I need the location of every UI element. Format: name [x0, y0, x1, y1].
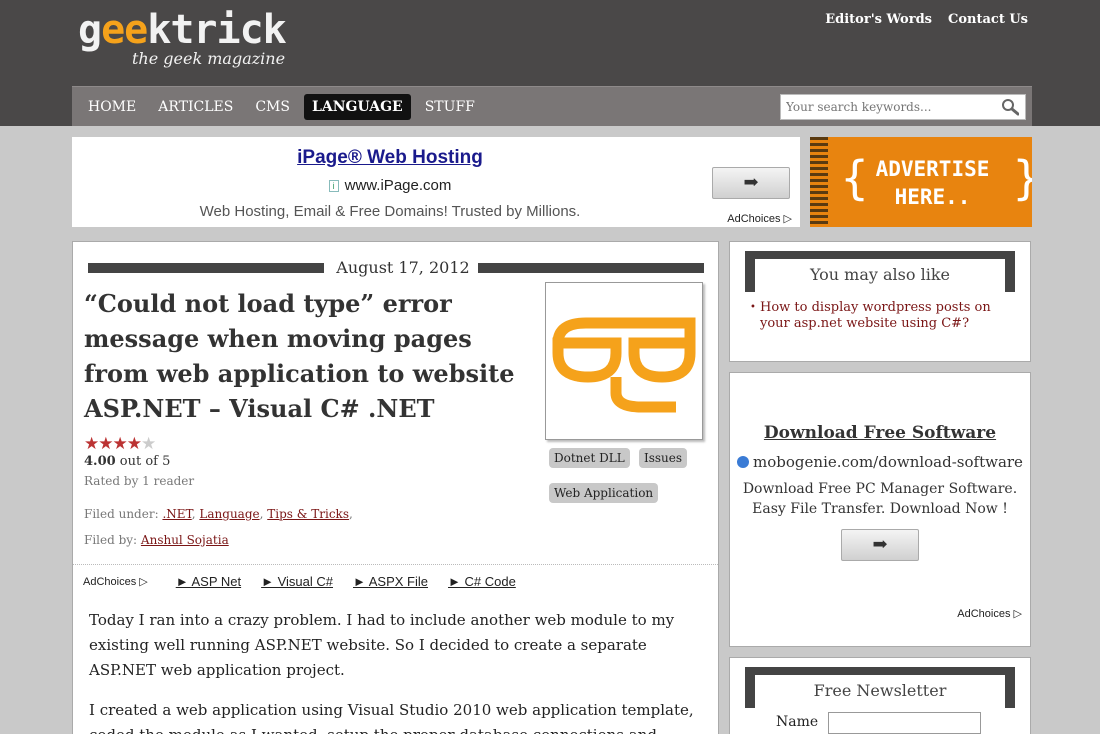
- name-label: Name: [776, 714, 819, 730]
- site-logo[interactable]: geektrick the geek magazine: [78, 7, 287, 68]
- tag-dotnet-dll[interactable]: Dotnet DLL: [549, 448, 630, 468]
- date-bar-line-left: [88, 263, 324, 273]
- ad-title-link[interactable]: iPage® Web Hosting: [72, 147, 708, 169]
- article-paragraph: I created a web application using Visual…: [89, 701, 694, 734]
- download-ad-title[interactable]: Download Free Software: [730, 423, 1030, 443]
- rating-score: 4.00 out of 5: [84, 454, 171, 469]
- nav-item-home[interactable]: HOME: [80, 94, 144, 120]
- logo-tagline: the geek magazine: [132, 49, 286, 68]
- download-ad-description: Download Free PC Manager Software. Easy …: [742, 481, 1018, 517]
- nav-item-stuff[interactable]: STUFF: [417, 94, 483, 120]
- top-links: Editor's Words Contact Us: [825, 12, 1028, 27]
- ad-link-asp-net[interactable]: ► ASP Net: [176, 574, 241, 591]
- article-thumbnail: [545, 282, 703, 440]
- ad-description: Web Hosting, Email & Free Domains! Trust…: [199, 203, 581, 220]
- adchoices-label[interactable]: AdChoices ▷: [727, 212, 792, 225]
- article-panel: August 17, 2012 “Could not load type” er…: [72, 241, 719, 734]
- logo-wordmark: geektrick: [78, 7, 287, 53]
- advertise-text: ADVERTISE HERE..: [875, 157, 990, 209]
- date-bar: August 17, 2012: [88, 258, 704, 278]
- filed-by: Filed by: Anshul Sojatia: [84, 533, 229, 547]
- divider: [73, 564, 718, 565]
- widget-heading: Free Newsletter: [745, 667, 1015, 708]
- rated-by: Rated by 1 reader: [84, 474, 195, 488]
- globe-icon: [737, 456, 750, 468]
- star-rating[interactable]: ★★★★★: [84, 434, 156, 454]
- category-link-net[interactable]: .NET: [162, 507, 191, 521]
- ad-links-bar: AdChoices ▷ ► ASP Net ► Visual C# ► ASPX…: [83, 574, 536, 591]
- article-date: August 17, 2012: [328, 258, 478, 278]
- author-link[interactable]: Anshul Sojatia: [141, 533, 229, 547]
- stripe-decoration: [810, 137, 828, 227]
- search-icon[interactable]: [1001, 98, 1019, 116]
- filed-under: Filed under: .NET, Language, Tips & Tric…: [84, 507, 353, 521]
- info-icon: i: [328, 180, 339, 193]
- date-bar-line-right: [468, 263, 704, 273]
- ad-link-csharp-code[interactable]: ► C# Code: [448, 574, 516, 591]
- widget-heading: You may also like: [745, 251, 1015, 292]
- newsletter-widget: Free Newsletter Name: [729, 657, 1031, 734]
- download-ad-url[interactable]: mobogenie.com/download-software: [730, 453, 1030, 471]
- list-item: How to display wordpress posts on your a…: [744, 300, 1024, 332]
- article-paragraph: Today I ran into a crazy problem. I had …: [89, 611, 675, 679]
- related-post-link[interactable]: How to display wordpress posts on your a…: [760, 300, 991, 331]
- newsletter-name-input[interactable]: [828, 712, 981, 734]
- site-header: geektrick the geek magazine Editor's Wor…: [0, 0, 1100, 126]
- search-input[interactable]: [781, 95, 991, 119]
- advertise-here-banner[interactable]: { } ADVERTISEHERE..: [810, 137, 1032, 227]
- contact-us-link[interactable]: Contact Us: [948, 12, 1028, 27]
- search-box: [780, 94, 1026, 120]
- download-ad-widget: Download Free Software mobogenie.com/dow…: [729, 372, 1031, 647]
- editors-words-link[interactable]: Editor's Words: [825, 12, 932, 27]
- tag-issues[interactable]: Issues: [639, 448, 688, 468]
- ad-url[interactable]: i www.iPage.com: [72, 177, 708, 194]
- adchoices-label[interactable]: AdChoices ▷: [83, 574, 148, 591]
- ad-link-visual-csharp[interactable]: ► Visual C#: [261, 574, 333, 591]
- category-link-tips[interactable]: Tips & Tricks: [267, 507, 349, 521]
- nav-item-articles[interactable]: ARTICLES: [150, 94, 241, 120]
- also-like-widget: You may also like How to display wordpre…: [729, 241, 1031, 362]
- main-nav: HOME ARTICLES CMS LANGUAGE STUFF: [72, 86, 1032, 126]
- top-ad-banner: iPage® Web Hosting i www.iPage.com Web Ho…: [72, 137, 800, 227]
- category-link-language[interactable]: Language: [199, 507, 259, 521]
- nav-item-cms[interactable]: CMS: [247, 94, 298, 120]
- related-post-list: How to display wordpress posts on your a…: [744, 300, 1024, 332]
- download-arrow-button[interactable]: ➡: [841, 529, 919, 561]
- tag-web-application[interactable]: Web Application: [549, 483, 659, 503]
- article-title: “Could not load type” error message when…: [84, 289, 515, 423]
- geektrick-logo-icon: [552, 317, 696, 413]
- adchoices-label[interactable]: AdChoices ▷: [957, 607, 1022, 620]
- ad-arrow-button[interactable]: ➡: [712, 167, 790, 199]
- ad-link-aspx-file[interactable]: ► ASPX File: [353, 574, 428, 591]
- nav-item-language[interactable]: LANGUAGE: [303, 94, 411, 120]
